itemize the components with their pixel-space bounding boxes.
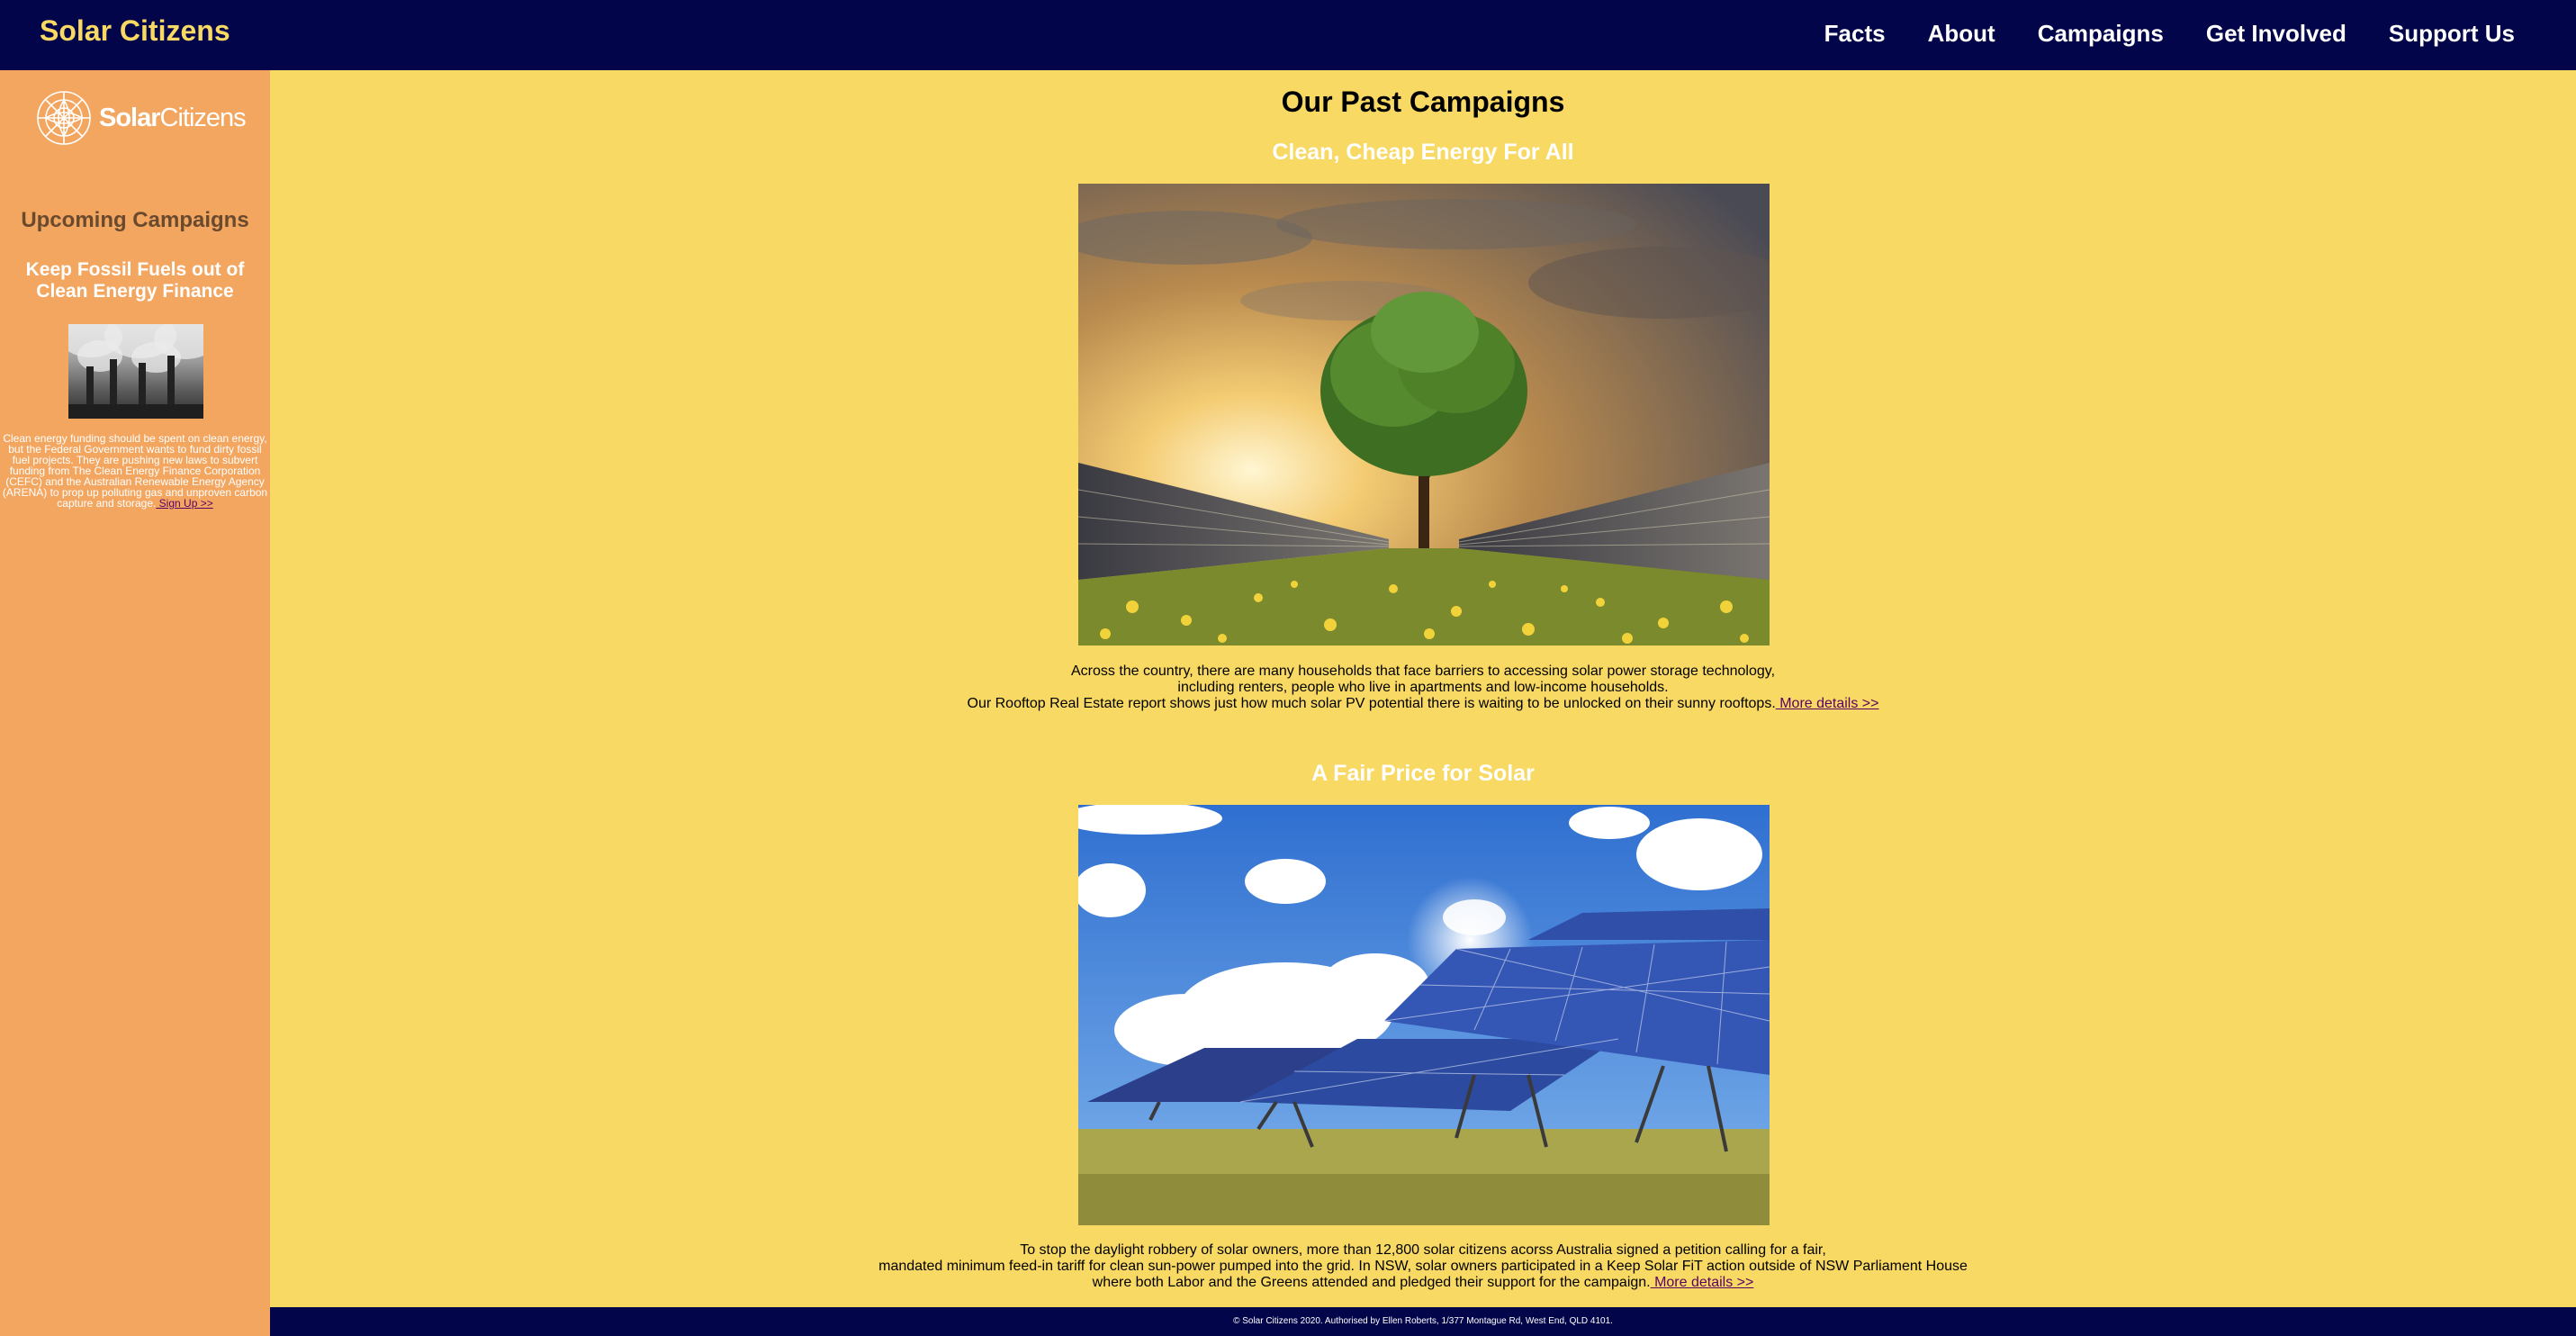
nav-link-campaigns[interactable]: Campaigns: [2038, 20, 2164, 48]
logo-text-light: Citizens: [159, 103, 247, 132]
upcoming-campaigns-heading: Upcoming Campaigns: [21, 208, 249, 232]
footer-text: © Solar Citizens 2020. Authorised by Ell…: [1233, 1316, 1613, 1326]
tree-solar-panels-image: [1078, 184, 1770, 645]
power-station-image: [68, 324, 203, 419]
upcoming-campaign-title: Keep Fossil Fuels out of Clean Energy Fi…: [25, 259, 245, 302]
brand-link[interactable]: Solar Citizens: [40, 14, 230, 48]
footer: © Solar Citizens 2020. Authorised by Ell…: [270, 1307, 2576, 1336]
solar-farm-image: [1078, 805, 1770, 1225]
campaign-title: Clean, Cheap Energy For All: [1272, 140, 1574, 165]
nav-link-facts[interactable]: Facts: [1824, 20, 1886, 48]
sidebar: SolarCitizens Upcoming Campaigns Keep Fo…: [0, 70, 270, 1336]
upcoming-campaign-text: Clean energy funding should be spent on …: [2, 432, 268, 510]
logo-text-bold: Solar: [99, 103, 161, 132]
campaign-line: including renters, people who live in ap…: [1177, 680, 1669, 695]
top-navbar: Solar Citizens Facts About Campaigns Get…: [0, 0, 2576, 70]
sign-up-link[interactable]: Sign Up >>: [156, 497, 213, 510]
more-details-link[interactable]: More details >>: [1651, 1275, 1753, 1290]
upcoming-campaign-description: Clean energy funding should be spent on …: [0, 433, 270, 509]
nav-link-get-involved[interactable]: Get Involved: [2206, 20, 2346, 48]
main-nav: Facts About Campaigns Get Involved Suppo…: [1824, 20, 2515, 48]
campaign-line: where both Labor and the Greens attended…: [1092, 1275, 1651, 1290]
campaign-line: Our Rooftop Real Estate report shows jus…: [967, 696, 1776, 711]
page-title: Our Past Campaigns: [1281, 86, 1565, 118]
campaign-line: To stop the daylight robbery of solar ow…: [1020, 1242, 1826, 1258]
nav-link-about[interactable]: About: [1928, 20, 1995, 48]
solar-citizens-logo[interactable]: SolarCitizens: [34, 88, 247, 148]
campaign-title: A Fair Price for Solar: [1311, 761, 1535, 786]
nav-link-support-us[interactable]: Support Us: [2389, 20, 2515, 48]
campaign-description: To stop the daylight robbery of solar ow…: [270, 1242, 2576, 1291]
campaign-line: mandated minimum feed-in tariff for clea…: [878, 1259, 1968, 1274]
more-details-link[interactable]: More details >>: [1776, 696, 1878, 711]
sun-logo-icon: [37, 91, 91, 145]
campaign-description: Across the country, there are many house…: [270, 663, 2576, 712]
campaign-line: Across the country, there are many house…: [1070, 663, 1776, 679]
